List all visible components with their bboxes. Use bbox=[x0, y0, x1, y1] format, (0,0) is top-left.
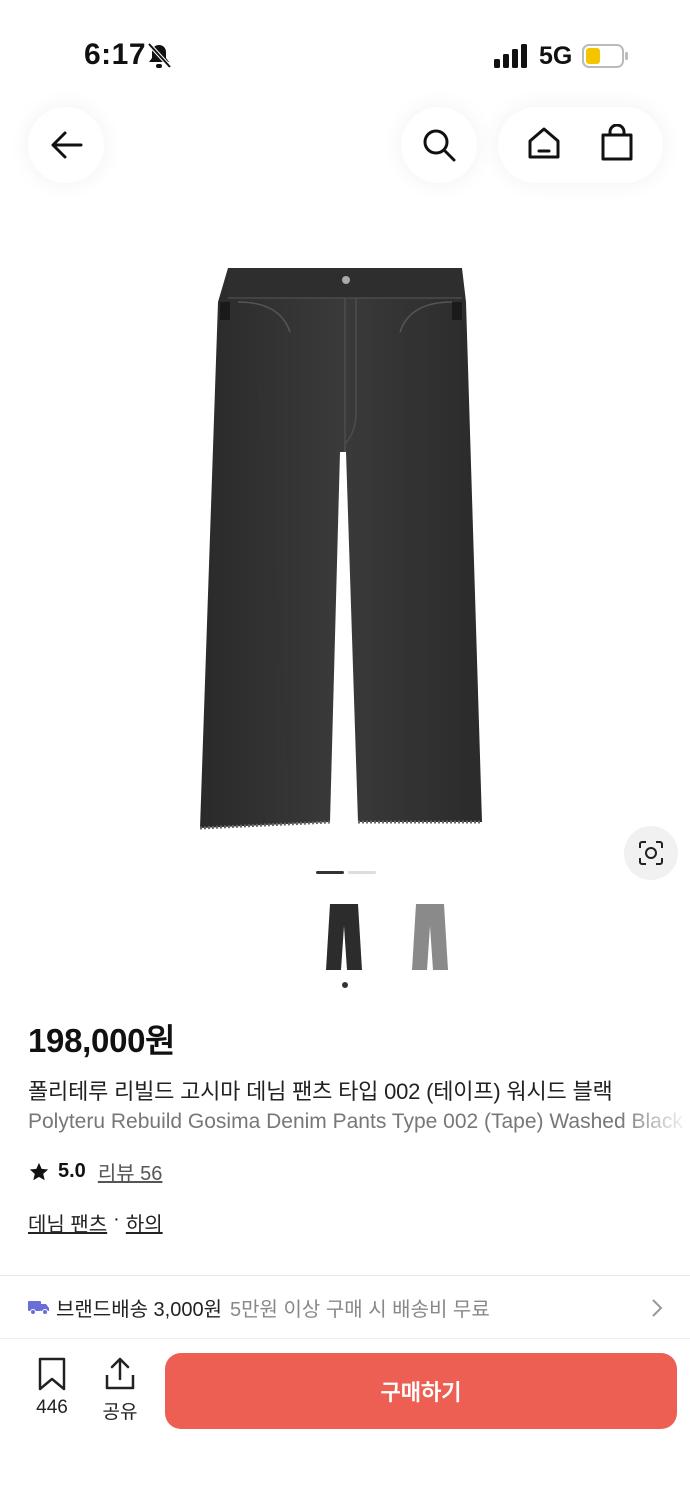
buy-button[interactable]: 구매하기 bbox=[165, 1353, 677, 1429]
home-icon bbox=[528, 127, 560, 158]
product-image[interactable] bbox=[190, 262, 500, 836]
share-icon bbox=[105, 1357, 135, 1390]
subcategory-link[interactable]: 하의 bbox=[126, 1208, 163, 1237]
search-icon bbox=[423, 129, 456, 162]
name-fade bbox=[620, 1106, 690, 1140]
bell-off-icon bbox=[147, 42, 172, 69]
share-label: 공유 bbox=[102, 1402, 138, 1423]
signal-icon bbox=[494, 44, 527, 68]
search-button[interactable] bbox=[401, 107, 477, 183]
name-fade bbox=[620, 1070, 690, 1104]
thumbnail-selected-dot bbox=[342, 982, 348, 988]
truck-icon bbox=[28, 1301, 49, 1315]
shipping-note: 5만원 이상 구매 시 배송비 무료 bbox=[230, 1298, 490, 1321]
pager-dot bbox=[348, 871, 376, 874]
thumbnail-black[interactable] bbox=[320, 902, 368, 972]
category-breadcrumb: 데님 팬츠 · 하의 bbox=[28, 1208, 163, 1237]
shopping-bag-icon bbox=[601, 123, 633, 160]
image-search-button[interactable] bbox=[624, 826, 678, 880]
rating-value: 5.0 bbox=[58, 1160, 86, 1182]
shipping-label: 브랜드배송 3,000원 bbox=[56, 1298, 223, 1321]
review-link[interactable]: 리뷰 56 bbox=[98, 1157, 163, 1186]
shipping-info[interactable]: 브랜드배송 3,000원 5만원 이상 구매 시 배송비 무료 bbox=[0, 1276, 690, 1338]
thumbnail-strip bbox=[320, 902, 450, 974]
thumbnail-grey[interactable] bbox=[406, 902, 454, 972]
status-bar: 6:17 5G bbox=[0, 0, 690, 96]
product-price: 198,000원 bbox=[28, 1022, 176, 1059]
category-separator: · bbox=[113, 1208, 120, 1230]
pager-dot-active bbox=[316, 871, 344, 874]
status-time: 6:17 bbox=[84, 38, 147, 71]
rating-row: 5.0 리뷰 56 bbox=[28, 1157, 162, 1186]
product-name-ko: 폴리테루 리빌드 고시마 데님 팬츠 타입 002 (테이프) 워시드 블랙 bbox=[28, 1079, 613, 1104]
star-icon bbox=[29, 1162, 49, 1180]
home-cart-group bbox=[498, 107, 663, 183]
back-arrow-icon bbox=[51, 131, 83, 159]
category-link[interactable]: 데님 팬츠 bbox=[28, 1208, 107, 1237]
share-button[interactable]: 공유 bbox=[98, 1357, 142, 1424]
battery-icon bbox=[582, 44, 628, 68]
bookmark-button[interactable]: 446 bbox=[30, 1357, 74, 1419]
camera-scan-icon bbox=[639, 841, 663, 865]
back-button[interactable] bbox=[28, 107, 104, 183]
image-pager bbox=[316, 871, 376, 874]
product-name-en: Polyteru Rebuild Gosima Denim Pants Type… bbox=[28, 1110, 683, 1133]
chevron-right-icon bbox=[652, 1299, 663, 1317]
bottom-action-bar: 446 공유 구매하기 bbox=[0, 1338, 690, 1500]
bookmark-count: 446 bbox=[36, 1397, 68, 1418]
home-button[interactable] bbox=[526, 125, 562, 166]
cart-button[interactable] bbox=[599, 123, 635, 167]
network-label: 5G bbox=[539, 42, 573, 70]
bookmark-icon bbox=[38, 1357, 66, 1391]
